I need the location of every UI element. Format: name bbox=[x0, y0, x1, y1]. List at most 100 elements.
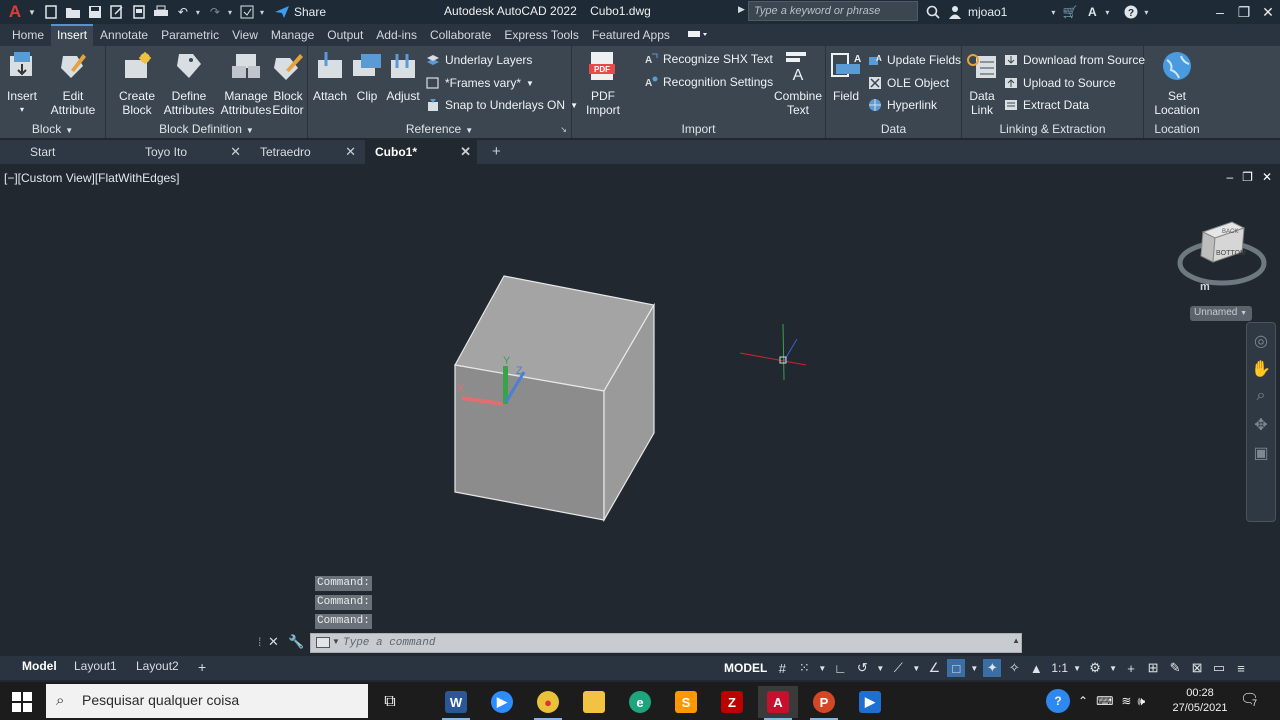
tab-output[interactable]: Output bbox=[321, 24, 369, 46]
layout-tab-layout1[interactable]: Layout1 bbox=[66, 656, 125, 678]
cart-icon[interactable]: 🛒 bbox=[1062, 4, 1078, 20]
save-as-icon[interactable] bbox=[109, 4, 125, 20]
layout-tab-layout2[interactable]: Layout2 bbox=[128, 656, 187, 678]
new-file-icon[interactable] bbox=[43, 4, 59, 20]
snap-mode-icon[interactable]: ⁙ bbox=[795, 659, 813, 677]
search-icon[interactable] bbox=[925, 4, 941, 20]
tab-collaborate[interactable]: Collaborate bbox=[424, 24, 497, 46]
a360-dropdown-icon[interactable]: ▾ bbox=[1105, 8, 1109, 17]
attach-button[interactable]: Attach bbox=[312, 50, 348, 103]
redo-dropdown-icon[interactable]: ▾ bbox=[228, 8, 232, 17]
close-icon[interactable]: ✕ bbox=[1256, 0, 1280, 24]
auto-scale-icon[interactable]: ✧ bbox=[1005, 659, 1023, 677]
powerpoint-app-icon[interactable]: P bbox=[804, 686, 844, 720]
viewcube[interactable]: BACK BOTTOM m bbox=[1177, 221, 1267, 293]
command-close-icon[interactable]: ✕ bbox=[268, 634, 279, 650]
tab-annotate[interactable]: Annotate bbox=[94, 24, 154, 46]
cube-solid[interactable] bbox=[454, 275, 655, 523]
file-tab-tetraedro[interactable]: Tetraedro ✕ bbox=[250, 140, 362, 164]
share-button[interactable]: Share bbox=[274, 5, 326, 19]
sublime-app-icon[interactable]: S bbox=[666, 686, 706, 718]
chrome-app-icon[interactable]: ● bbox=[528, 686, 568, 720]
save-icon[interactable] bbox=[87, 4, 103, 20]
define-attributes-button[interactable]: Define Attributes bbox=[162, 50, 216, 117]
zoom-extents-icon[interactable]: ⌕ bbox=[1251, 387, 1271, 407]
tab-insert[interactable]: Insert bbox=[51, 24, 94, 46]
help-search-input[interactable]: Type a keyword or phrase bbox=[748, 1, 918, 21]
tab-parametric[interactable]: Parametric bbox=[155, 24, 225, 46]
customization-menu-icon[interactable]: ≡ bbox=[1232, 659, 1250, 677]
panel-block-title[interactable]: Block ▼ bbox=[0, 122, 105, 136]
volume-icon[interactable]: 🕪 bbox=[1137, 694, 1145, 709]
ucs-menu[interactable]: Unnamed ▼ bbox=[1190, 306, 1252, 321]
showmotion-icon[interactable]: ▣ bbox=[1251, 443, 1271, 463]
download-from-source-button[interactable]: Download from Source bbox=[1004, 53, 1145, 67]
model-space-toggle[interactable]: MODEL bbox=[722, 661, 769, 675]
command-grip-icon[interactable]: ⁞ bbox=[258, 635, 261, 649]
close-tab-icon[interactable]: ✕ bbox=[460, 144, 471, 160]
search-expand-icon[interactable]: ▶ bbox=[738, 4, 745, 15]
taskbar-search-input[interactable]: ⌕ Pesquisar qualquer coisa bbox=[46, 684, 368, 718]
file-tab-cubo1[interactable]: Cubo1* ✕ bbox=[365, 140, 477, 164]
units-icon[interactable]: ⊞ bbox=[1144, 659, 1162, 677]
command-prompt-icon[interactable] bbox=[316, 637, 330, 648]
snap-dropdown-icon[interactable]: ▼ bbox=[817, 659, 827, 677]
manage-attributes-button[interactable]: Manage Attributes bbox=[218, 50, 274, 117]
insert-dropdown-icon[interactable]: ▾ bbox=[4, 103, 40, 117]
polar-dropdown-icon[interactable]: ▼ bbox=[875, 659, 885, 677]
workspace-icon[interactable] bbox=[239, 4, 255, 20]
autodesk-a360-icon[interactable]: A bbox=[1084, 4, 1100, 20]
qat-customize-icon[interactable]: ▾ bbox=[260, 8, 264, 17]
user-dropdown-icon[interactable]: ▾ bbox=[1051, 8, 1055, 17]
plot-icon[interactable] bbox=[153, 4, 169, 20]
wifi-icon[interactable]: ≋ bbox=[1121, 694, 1131, 708]
object-snap-icon[interactable]: □ bbox=[947, 659, 966, 677]
taskbar-clock[interactable]: 00:28 27/05/2021 bbox=[1164, 686, 1236, 716]
zoom-app-icon[interactable]: ▶ bbox=[482, 686, 522, 718]
annotation-monitor-plus-icon[interactable]: + bbox=[1122, 659, 1140, 677]
iso-dropdown-icon[interactable]: ▼ bbox=[911, 659, 921, 677]
orbit-icon[interactable]: ✥ bbox=[1251, 415, 1271, 435]
word-app-icon[interactable]: W bbox=[436, 686, 476, 720]
annotation-scale-value[interactable]: 1:1 bbox=[1051, 661, 1068, 675]
close-tab-icon[interactable]: ✕ bbox=[230, 144, 241, 160]
user-icon[interactable] bbox=[947, 4, 963, 20]
ole-object-button[interactable]: OLE Object bbox=[868, 76, 949, 90]
autocad-app-icon[interactable]: A bbox=[758, 686, 798, 720]
recognition-settings-button[interactable]: A Recognition Settings bbox=[644, 75, 773, 89]
panel-block-definition-title[interactable]: Block Definition ▼ bbox=[106, 122, 307, 136]
insert-button[interactable]: Insert ▾ bbox=[4, 50, 40, 117]
undo-icon[interactable]: ↶ bbox=[175, 4, 191, 20]
new-layout-plus-icon[interactable]: + bbox=[190, 656, 214, 678]
quick-properties-icon[interactable]: ✎ bbox=[1166, 659, 1184, 677]
workspace-switching-gear-icon[interactable]: ⚙ bbox=[1086, 659, 1104, 677]
edge-app-icon[interactable]: e bbox=[620, 686, 660, 718]
extract-data-button[interactable]: Extract Data bbox=[1004, 98, 1089, 112]
pan-hand-icon[interactable]: ✋ bbox=[1251, 359, 1271, 379]
isodraft-icon[interactable]: ⟋ bbox=[889, 659, 907, 677]
reference-dialog-launcher-icon[interactable]: ↘ bbox=[560, 125, 567, 134]
frames-vary-dropdown[interactable]: *Frames vary* ▼ bbox=[426, 76, 534, 90]
set-location-button[interactable]: Set Location bbox=[1154, 50, 1200, 117]
adjust-button[interactable]: Adjust bbox=[384, 50, 422, 103]
tab-featured-apps[interactable]: Featured Apps bbox=[586, 24, 676, 46]
lock-ui-icon[interactable]: ⊠ bbox=[1188, 659, 1206, 677]
notifications-icon[interactable]: 🗨 7 bbox=[1240, 690, 1262, 712]
update-fields-button[interactable]: A Update Fields bbox=[868, 53, 961, 67]
help-icon[interactable]: ? bbox=[1123, 4, 1139, 20]
ribbon-minimize-toggle[interactable] bbox=[681, 24, 715, 46]
object-snap-tracking-icon[interactable]: ∠ bbox=[925, 659, 943, 677]
open-folder-icon[interactable] bbox=[65, 4, 81, 20]
filezilla-app-icon[interactable]: Z bbox=[712, 686, 752, 718]
minimize-icon[interactable]: – bbox=[1208, 0, 1232, 24]
new-tab-plus-icon[interactable]: + bbox=[492, 143, 501, 160]
workspace-dropdown-icon[interactable]: ▼ bbox=[1108, 659, 1118, 677]
close-tab-icon[interactable]: ✕ bbox=[345, 144, 356, 160]
scale-dropdown-icon[interactable]: ▼ bbox=[1072, 659, 1082, 677]
field-button[interactable]: A Field bbox=[828, 50, 864, 103]
recognize-shx-button[interactable]: A Recognize SHX Text bbox=[644, 52, 773, 66]
task-view-icon[interactable]: ⧉ bbox=[370, 686, 410, 718]
file-tab-start[interactable]: Start bbox=[20, 140, 132, 164]
windows-start-icon[interactable] bbox=[12, 692, 32, 712]
recent-commands-dropdown-icon[interactable]: ▼ bbox=[332, 637, 340, 646]
